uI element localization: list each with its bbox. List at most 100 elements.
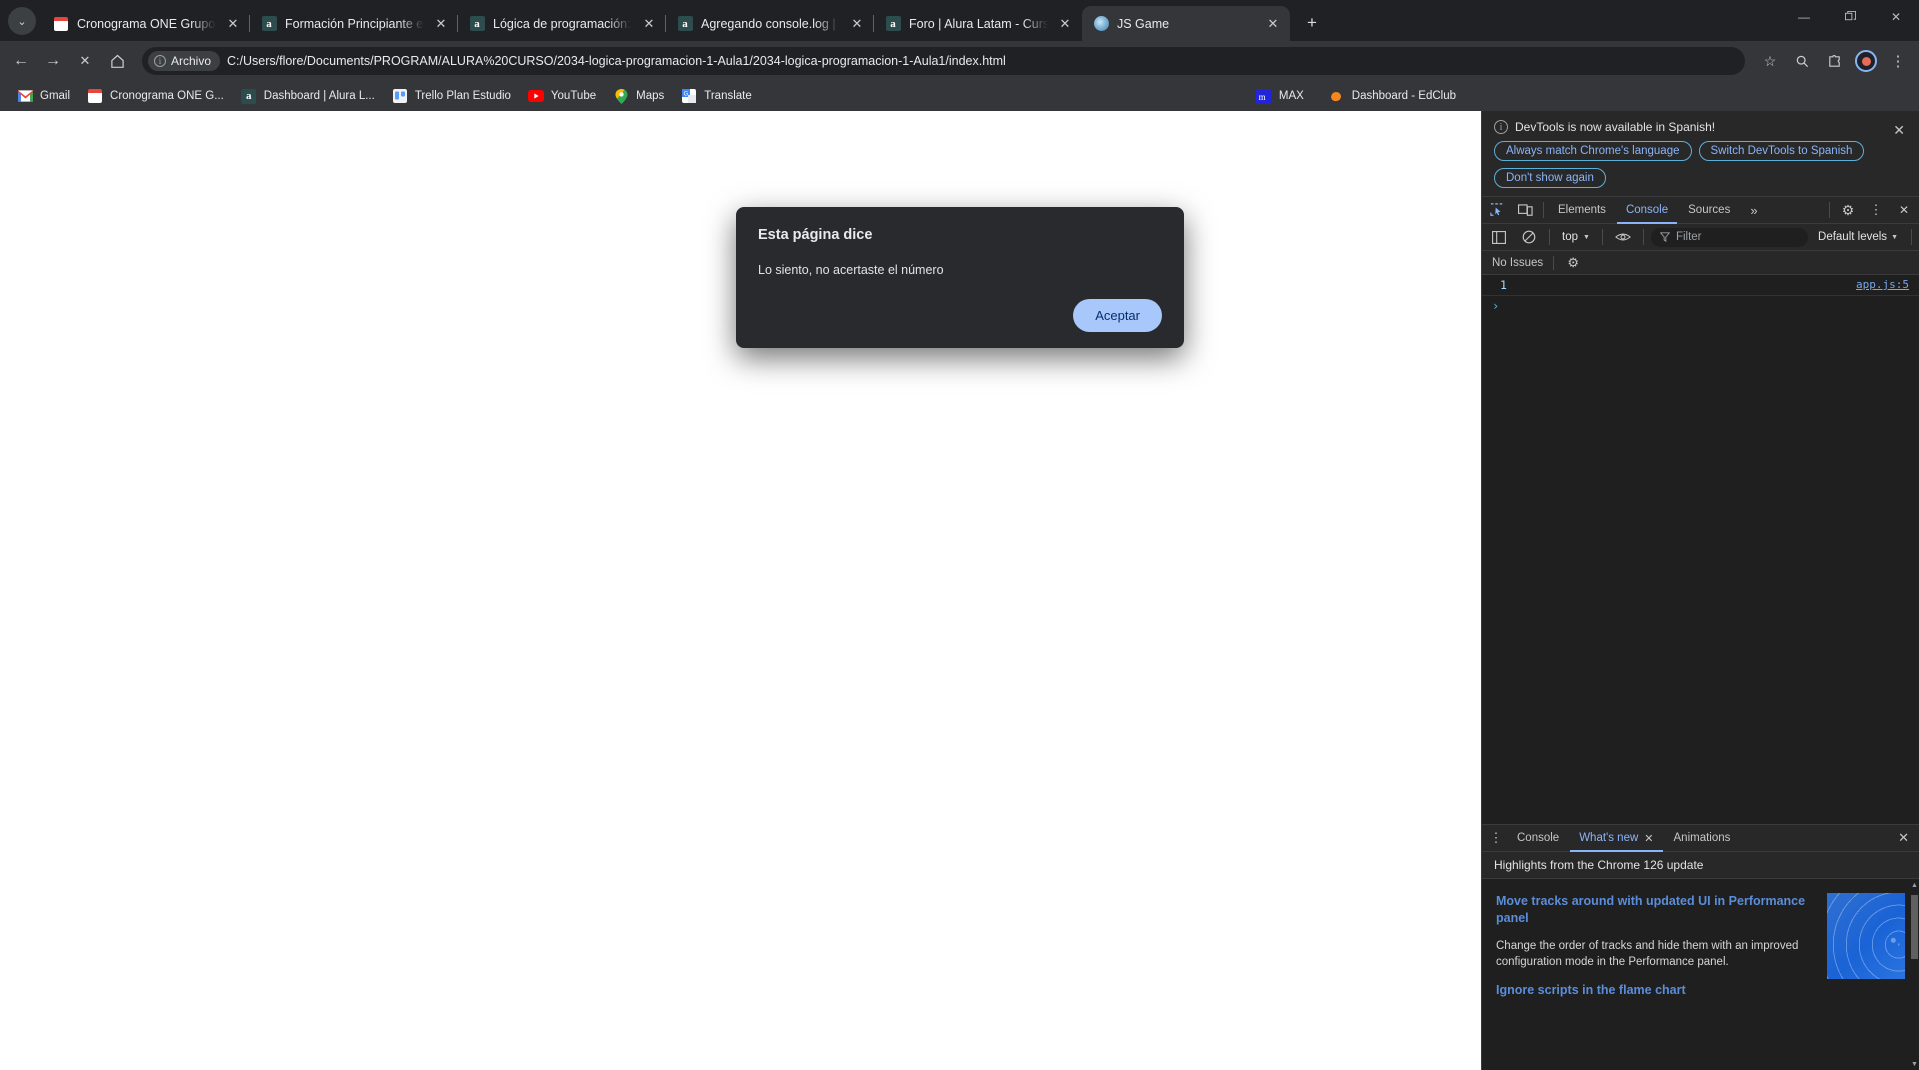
- home-icon: [110, 54, 124, 68]
- address-bar[interactable]: i Archivo C:/Users/flore/Documents/PROGR…: [142, 47, 1745, 75]
- bookmark-youtube[interactable]: YouTube: [521, 84, 603, 108]
- banner-actions: Always match Chrome's language Switch De…: [1494, 141, 1881, 188]
- whats-new-item-title[interactable]: Move tracks around with updated UI in Pe…: [1496, 893, 1821, 927]
- close-window-button[interactable]: ✕: [1873, 0, 1919, 33]
- tab-search-button[interactable]: ⌄: [8, 7, 36, 35]
- bookmark-trello[interactable]: Trello Plan Estudio: [385, 84, 518, 108]
- clear-console-button[interactable]: [1516, 225, 1542, 249]
- tab-close-icon[interactable]: ✕: [224, 15, 242, 33]
- close-devtools-button[interactable]: ✕: [1891, 198, 1917, 222]
- browser-tab-1[interactable]: Cronograma ONE Grupo 7 - Eta ✕: [42, 6, 250, 41]
- settings-button[interactable]: ⚙: [1835, 198, 1861, 222]
- banner-text: DevTools is now available in Spanish!: [1515, 120, 1716, 134]
- whats-new-item: Move tracks around with updated UI in Pe…: [1496, 893, 1905, 979]
- tab-close-icon[interactable]: ✕: [432, 15, 450, 33]
- tab-close-icon[interactable]: ✕: [848, 15, 866, 33]
- console-output[interactable]: 1 app.js:5 ›: [1482, 275, 1919, 824]
- tab-close-icon[interactable]: ✕: [1056, 15, 1074, 33]
- whats-new-content[interactable]: Move tracks around with updated UI in Pe…: [1482, 879, 1919, 1070]
- bookmark-maps[interactable]: Maps: [606, 84, 671, 108]
- home-button[interactable]: [102, 46, 132, 76]
- drawer-tab-close-icon[interactable]: ✕: [1644, 832, 1653, 845]
- log-level-selector[interactable]: Default levels ▼: [1812, 231, 1904, 243]
- drawer-tab-label: Animations: [1673, 832, 1731, 844]
- bookmark-gmail[interactable]: Gmail: [10, 84, 77, 108]
- drawer-tab-whats-new[interactable]: What's new ✕: [1570, 825, 1662, 852]
- tab-title: JS Game: [1117, 16, 1170, 31]
- toggle-console-sidebar-button[interactable]: [1486, 225, 1512, 249]
- browser-tab-2[interactable]: a Formación Principiante en Prog ✕: [250, 6, 458, 41]
- browser-tab-5[interactable]: a Foro | Alura Latam - Cursos onli ✕: [874, 6, 1082, 41]
- issues-bar: No Issues ⚙: [1482, 251, 1919, 275]
- dont-show-again-button[interactable]: Don't show again: [1494, 168, 1606, 188]
- whats-new-next-title[interactable]: Ignore scripts in the flame chart: [1496, 983, 1905, 997]
- bookmark-label: MAX: [1278, 90, 1304, 102]
- bookmark-star-button[interactable]: ☆: [1755, 46, 1785, 76]
- scroll-up-icon[interactable]: ▲: [1910, 879, 1919, 891]
- device-toolbar-button[interactable]: [1512, 198, 1538, 222]
- trello-icon: [392, 88, 408, 104]
- tab-close-icon[interactable]: ✕: [640, 15, 658, 33]
- new-tab-button[interactable]: +: [1298, 9, 1326, 37]
- live-expression-button[interactable]: [1610, 225, 1636, 249]
- browser-tab-3[interactable]: a Lógica de programación: sumé ✕: [458, 6, 666, 41]
- inspect-element-button[interactable]: [1484, 198, 1510, 222]
- drawer-menu-button[interactable]: ⋮: [1486, 826, 1506, 850]
- accept-button[interactable]: Aceptar: [1073, 299, 1162, 332]
- bookmark-translate[interactable]: G Translate: [674, 84, 759, 108]
- bookmark-cronograma[interactable]: Cronograma ONE G...: [80, 84, 231, 108]
- banner-message-row: i DevTools is now available in Spanish!: [1494, 120, 1881, 134]
- drawer-tab-console[interactable]: Console: [1508, 825, 1568, 852]
- tab-close-icon[interactable]: ✕: [1264, 15, 1282, 33]
- kebab-icon: ⋮: [1489, 830, 1503, 845]
- console-message-row[interactable]: 1 app.js:5: [1482, 275, 1919, 296]
- kebab-icon: ⋮: [1869, 202, 1883, 217]
- tab-console[interactable]: Console: [1617, 197, 1677, 224]
- scroll-down-icon[interactable]: ▼: [1910, 1058, 1919, 1070]
- devtools-menu-button[interactable]: ⋮: [1863, 198, 1889, 222]
- profile-button[interactable]: [1851, 46, 1881, 76]
- bookmark-label: Gmail: [40, 90, 71, 102]
- divider: [1553, 255, 1555, 270]
- info-icon: i: [154, 55, 166, 67]
- banner-close-icon[interactable]: ✕: [1889, 120, 1909, 141]
- alura-icon: a: [261, 16, 277, 32]
- tab-title: Lógica de programación: sumé: [493, 16, 632, 31]
- drawer-scrollbar[interactable]: ▲ ▼: [1910, 879, 1919, 1070]
- drawer-tab-animations[interactable]: Animations: [1665, 825, 1740, 852]
- console-prompt[interactable]: ›: [1482, 296, 1919, 316]
- devtools-tab-bar: Elements Console Sources » ⚙ ⋮ ✕: [1482, 197, 1919, 224]
- whats-new-heading: Highlights from the Chrome 126 update: [1482, 852, 1919, 879]
- bookmark-edclub[interactable]: Dashboard - EdClub: [1322, 84, 1463, 108]
- scheme-chip[interactable]: i Archivo: [148, 51, 221, 71]
- close-drawer-button[interactable]: ✕: [1892, 827, 1915, 849]
- back-button[interactable]: ←: [6, 46, 36, 76]
- lens-search-button[interactable]: [1787, 46, 1817, 76]
- stop-loading-button[interactable]: ✕: [70, 46, 100, 76]
- tab-list: Cronograma ONE Grupo 7 - Eta ✕ a Formaci…: [42, 6, 1781, 41]
- switch-devtools-to-spanish-button[interactable]: Switch DevTools to Spanish: [1698, 141, 1865, 161]
- bookmark-max[interactable]: m MAX: [1249, 84, 1311, 108]
- devtools-language-banner: i DevTools is now available in Spanish! …: [1482, 111, 1919, 197]
- divider: [1642, 229, 1644, 245]
- forward-button[interactable]: →: [38, 46, 68, 76]
- chrome-menu-button[interactable]: ⋮: [1883, 46, 1913, 76]
- execution-context-selector[interactable]: top ▼: [1557, 231, 1595, 243]
- tab-sources[interactable]: Sources: [1679, 197, 1739, 224]
- filter-input[interactable]: Filter: [1650, 227, 1809, 247]
- browser-window: ⌄ Cronograma ONE Grupo 7 - Eta ✕ a Forma…: [0, 0, 1919, 1070]
- browser-tab-4[interactable]: a Agregando console.log | Lógica ✕: [666, 6, 874, 41]
- tab-title: Agregando console.log | Lógica: [701, 16, 840, 31]
- maximize-button[interactable]: [1827, 0, 1873, 33]
- divider: [1829, 202, 1830, 218]
- tab-elements[interactable]: Elements: [1549, 197, 1615, 224]
- extensions-button[interactable]: [1819, 46, 1849, 76]
- console-settings-button[interactable]: ⚙: [1564, 251, 1582, 275]
- console-source-link[interactable]: app.js:5: [1856, 278, 1909, 291]
- browser-tab-6-active[interactable]: JS Game ✕: [1082, 6, 1290, 41]
- more-panels-button[interactable]: »: [1741, 197, 1766, 224]
- minimize-button[interactable]: —: [1781, 0, 1827, 33]
- bookmark-alura-dashboard[interactable]: a Dashboard | Alura L...: [234, 84, 382, 108]
- console-value: 1: [1500, 278, 1507, 292]
- always-match-chrome-language-button[interactable]: Always match Chrome's language: [1494, 141, 1692, 161]
